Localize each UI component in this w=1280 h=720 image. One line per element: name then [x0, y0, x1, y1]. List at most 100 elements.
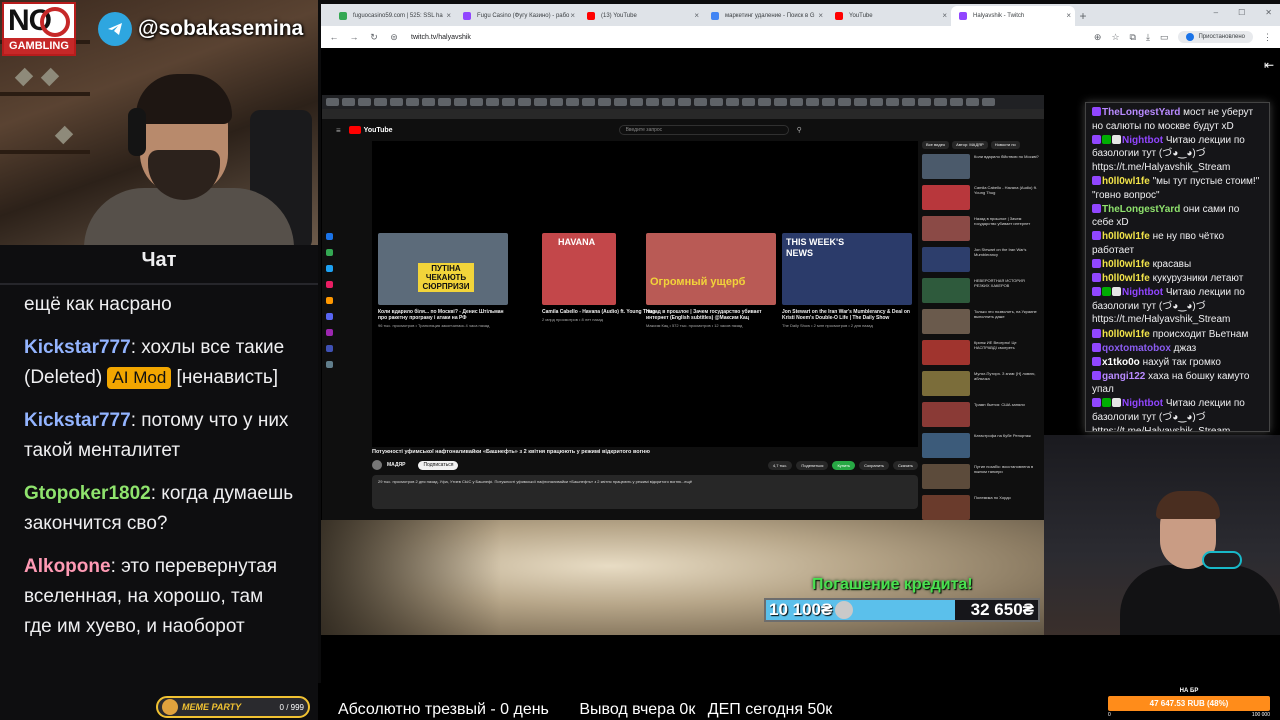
yt-action-button[interactable]: 4,7 тыс. [767, 460, 793, 470]
yt-menu-icon[interactable]: ≡ [336, 126, 341, 135]
overlay-chat-username[interactable]: gangi122 [1102, 371, 1145, 382]
yt-rail-icon[interactable] [326, 361, 333, 368]
browser-tab[interactable]: YouTube × [827, 6, 951, 26]
bookmark-star-icon[interactable]: ☆ [1111, 32, 1119, 43]
sidebar-icon[interactable]: ▭ [1160, 32, 1169, 43]
yt-recommendation[interactable]: Кринж ИЕ Весерно! Це НАСПРАВДІ смотреть [922, 340, 1040, 367]
yt-mini-tab [614, 98, 627, 106]
yt-recommendation[interactable]: НЕВЕРОЯТНАЯ ИСТОРИЯ РЕЗКИХ ХАКЕРОВ [922, 278, 1040, 305]
yt-recommendation[interactable]: Катастрофа на Кубе Репортаж [922, 433, 1040, 460]
yt-action-button[interactable]: Поделиться [796, 460, 829, 470]
back-icon[interactable]: ← [329, 32, 339, 42]
maximize-button[interactable]: ☐ [1238, 8, 1245, 17]
overlay-chat-username[interactable]: Nightbot [1122, 287, 1163, 298]
tab-close-icon[interactable]: × [446, 6, 451, 26]
yt-recommendation[interactable]: Jon Stewart on the Iran War's Mumbleranc… [922, 247, 1040, 274]
browser-tab[interactable]: Fugu Casino (Фугу Казино) - рабо × [455, 6, 579, 26]
yt-chip[interactable]: Автор: МАДЯР [952, 141, 988, 149]
reload-icon[interactable]: ↻ [369, 32, 379, 43]
browser-tab[interactable]: (13) YouTube × [579, 6, 703, 26]
minimize-button[interactable]: – [1214, 8, 1218, 17]
yt-search-icon[interactable]: ⚲ [797, 126, 802, 134]
tab-close-icon[interactable]: × [942, 6, 947, 26]
yt-search-input[interactable]: Введите запрос [618, 125, 789, 135]
yt-video-player[interactable]: ПУТІНА ЧЕКАЮТЬ СЮРПРИЗИ Коли вдарило біля… [372, 141, 918, 447]
loan-progress-bar: 10 100₴ 32 650₴ [764, 598, 1040, 622]
chat-username[interactable]: Kickstar777 [24, 410, 131, 431]
overlay-chat-username[interactable]: h0ll0wl1fe [1102, 231, 1150, 242]
yt-recommendation[interactable]: Коли вдарило бійствою по Москві? [922, 154, 1040, 181]
profile-button[interactable]: Приостановлено [1178, 31, 1253, 43]
site-info-icon[interactable]: ⊜ [389, 32, 399, 43]
yt-rail-icon[interactable] [326, 249, 333, 256]
yt-chip[interactable]: Все видео [922, 141, 950, 149]
yt-action-button[interactable]: Скачать [893, 460, 918, 470]
expand-chat-icon[interactable]: ⇤ [1264, 58, 1274, 72]
overlay-chat-username[interactable]: TheLongestYard [1102, 107, 1180, 118]
overlay-chat-username[interactable]: Nightbot [1122, 135, 1163, 146]
tab-close-icon[interactable]: × [570, 6, 575, 26]
yt-recommendation[interactable]: Трамп бьется: США заняли [922, 402, 1040, 429]
yt-action-button[interactable]: Сохранить [859, 460, 889, 470]
yt-rail-icon[interactable] [326, 281, 333, 288]
yt-channel-avatar[interactable] [372, 460, 382, 470]
yt-mini-tab [422, 98, 435, 106]
chat-badge-icon [1092, 398, 1101, 408]
chat-username[interactable]: Kickstar777 [24, 337, 131, 358]
loan-paid: 10 100₴ [769, 600, 833, 619]
overlay-chat-username[interactable]: h0ll0wl1fe [1102, 329, 1150, 340]
overlay-chat-username[interactable]: qoxtomatobox [1102, 343, 1171, 354]
overlay-chat-username[interactable]: TheLongestYard [1102, 204, 1180, 215]
tab-close-icon[interactable]: × [1066, 6, 1071, 26]
browser-tab[interactable]: маркетинг удаление - Поиск в G × [703, 6, 827, 26]
yt-mini-tab [934, 98, 947, 106]
yt-recommendation[interactable]: Только это позволить, на Украине выполни… [922, 309, 1040, 336]
overlay-chat-username[interactable]: x1tko0o [1102, 357, 1140, 368]
chat-username[interactable]: Alkopone [24, 556, 111, 577]
yt-recommendation[interactable]: Мульт-Путирэ. З знав: [Н] ловлю, аблычка [922, 371, 1040, 398]
yt-recommendation[interactable]: Путин позабіс: восстановлена в южном тан… [922, 464, 1040, 491]
tab-favicon-icon [339, 12, 347, 20]
yt-recommendations: Все видео Автор: МАДЯР Новости по Коли вда… [922, 141, 1040, 520]
extensions-icon[interactable]: ⧉ [1130, 32, 1136, 43]
overlay-chat-username[interactable]: h0ll0wl1fe [1102, 273, 1150, 284]
yt-channel-name[interactable]: МАДЯР [387, 462, 405, 468]
yt-endcard[interactable]: ПУТІНА ЧЕКАЮТЬ СЮРПРИЗИ Коли вдарило біля… [378, 233, 508, 328]
yt-header: ≡ YouTube Введите запрос ⚲ [322, 119, 1044, 141]
yt-action-button[interactable]: Купить [832, 460, 856, 470]
yt-recommendation[interactable]: Назад в прошлое | Зачем государство убив… [922, 216, 1040, 243]
overlay-chat-username[interactable]: h0ll0wl1fe [1102, 176, 1150, 187]
yt-subscribe-button[interactable]: Подписаться [418, 460, 459, 470]
yt-endcard[interactable]: THIS WEEK'S NEWS Jon Stewart on the Iran … [782, 233, 912, 328]
zoom-icon[interactable]: ⊕ [1094, 32, 1102, 43]
chat-username[interactable]: Gtopoker1802 [24, 483, 151, 504]
overlay-chat-message: h0ll0wl1fe не ну пво чётко работает [1092, 230, 1263, 257]
tab-close-icon[interactable]: × [694, 6, 699, 26]
yt-recommendation[interactable]: Camila Cabello - Havana (Audio) ft. Youn… [922, 185, 1040, 212]
yt-rail-icon[interactable] [326, 265, 333, 272]
overlay-chat-username[interactable]: Nightbot [1122, 398, 1163, 409]
browser-tab[interactable]: Halyavshik - Twitch × [951, 6, 1075, 26]
yt-description[interactable]: 29 тыс. просмотров 2 дня назад. Уфа, Ути… [372, 475, 918, 509]
yt-chip[interactable]: Новости по [990, 141, 1020, 149]
yt-rail-icon[interactable] [326, 313, 333, 320]
downloads-icon[interactable]: ⤓ [1146, 32, 1150, 43]
overlay-chat-text: красавы [1149, 259, 1192, 271]
stream-chat-panel: Чат ещё как насрано Kickstar777: хохлы вс… [0, 245, 318, 720]
yt-recommendation[interactable]: Полемика по Хордо [922, 495, 1040, 520]
yt-mini-tab [566, 98, 579, 106]
yt-endcard[interactable]: Огромный ущерб Назад в прошлое | Зачем го… [646, 233, 776, 328]
yt-rail-icon[interactable] [326, 233, 333, 240]
new-tab-button[interactable]: + [1075, 6, 1091, 26]
tab-close-icon[interactable]: × [818, 6, 823, 26]
yt-logo[interactable]: YouTube [348, 126, 393, 134]
yt-rail-icon[interactable] [326, 297, 333, 304]
yt-rail-icon[interactable] [326, 329, 333, 336]
yt-rail-icon[interactable] [326, 345, 333, 352]
menu-dots-icon[interactable]: ⋮ [1263, 32, 1272, 43]
address-bar[interactable]: twitch.tv/halyavshik [409, 34, 1084, 41]
close-window-button[interactable]: ✕ [1265, 8, 1272, 17]
forward-icon[interactable]: → [349, 32, 359, 42]
overlay-chat-username[interactable]: h0ll0wl1fe [1102, 259, 1150, 270]
browser-tab[interactable]: fuguocasino59.com | 525: SSL ha × [331, 6, 455, 26]
